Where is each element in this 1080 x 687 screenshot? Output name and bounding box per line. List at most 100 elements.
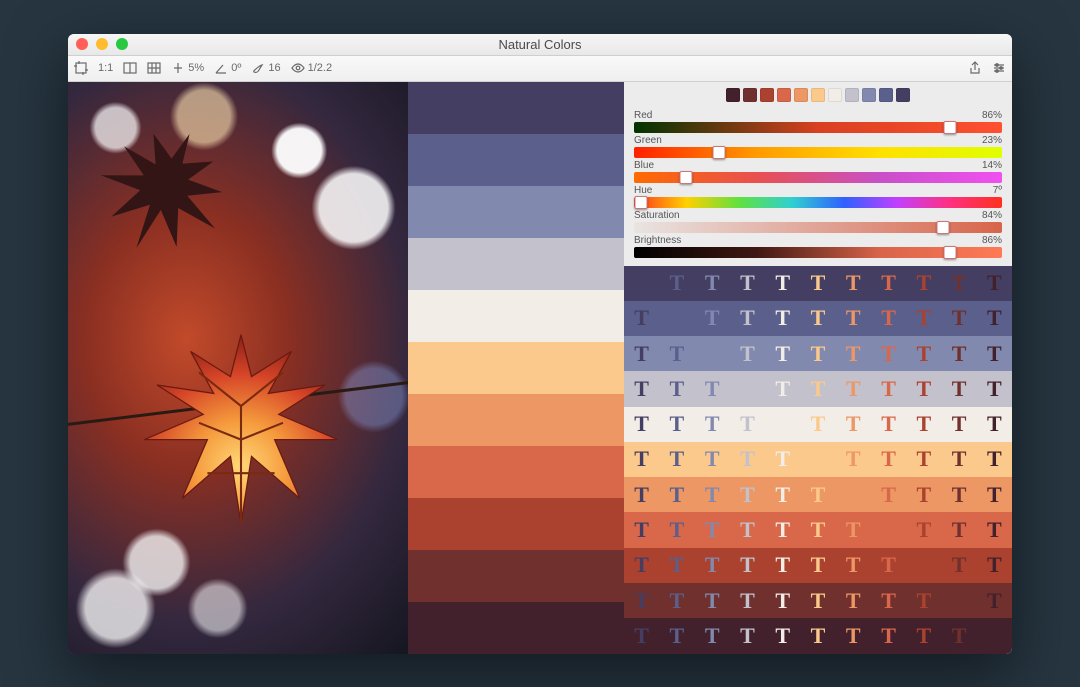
typo-cell[interactable]: T	[871, 301, 906, 336]
typo-cell[interactable]: T	[871, 477, 906, 512]
typo-cell[interactable]: T	[871, 407, 906, 442]
slider-track[interactable]	[634, 172, 1002, 183]
typo-cell[interactable]: T	[836, 266, 871, 301]
angle-button[interactable]: 0º	[214, 61, 241, 75]
typo-cell[interactable]: T	[624, 371, 659, 406]
palette-color[interactable]	[408, 186, 624, 238]
typo-cell[interactable]: T	[659, 371, 694, 406]
typo-cell[interactable]: T	[836, 512, 871, 547]
palette-color[interactable]	[408, 602, 624, 654]
typo-cell[interactable]: T	[624, 407, 659, 442]
typo-cell[interactable]: T	[941, 548, 976, 583]
swatch[interactable]	[777, 88, 791, 102]
source-image[interactable]	[68, 82, 408, 654]
typo-cell[interactable]: T	[977, 336, 1012, 371]
typo-cell[interactable]: T	[765, 336, 800, 371]
tolerance-button[interactable]: 5%	[171, 61, 204, 75]
typo-cell[interactable]: T	[906, 512, 941, 547]
typo-cell[interactable]: T	[906, 442, 941, 477]
swatch[interactable]	[726, 88, 740, 102]
typo-cell[interactable]: T	[730, 336, 765, 371]
typo-cell[interactable]: T	[906, 336, 941, 371]
typo-cell[interactable]: T	[800, 336, 835, 371]
typo-cell[interactable]: T	[977, 512, 1012, 547]
typo-cell[interactable]: T	[800, 266, 835, 301]
typo-cell[interactable]: T	[730, 442, 765, 477]
typo-cell[interactable]: T	[941, 512, 976, 547]
palette-color[interactable]	[408, 82, 624, 134]
typo-cell[interactable]: T	[906, 407, 941, 442]
settings-icon[interactable]	[992, 61, 1006, 75]
slider-track[interactable]	[634, 222, 1002, 233]
typo-cell[interactable]: T	[906, 477, 941, 512]
typo-cell[interactable]: T	[659, 266, 694, 301]
sample-button[interactable]: 16	[251, 61, 280, 75]
typo-cell[interactable]: T	[800, 301, 835, 336]
minimize-icon[interactable]	[96, 38, 108, 50]
typo-cell[interactable]: T	[836, 548, 871, 583]
swatch[interactable]	[862, 88, 876, 102]
share-icon[interactable]	[968, 61, 982, 75]
typo-cell[interactable]: T	[624, 512, 659, 547]
typo-cell[interactable]: TT	[765, 407, 800, 442]
typo-cell[interactable]: T	[659, 336, 694, 371]
typo-cell[interactable]: T	[730, 301, 765, 336]
typo-cell[interactable]: TT	[871, 512, 906, 547]
typo-cell[interactable]: T	[800, 407, 835, 442]
typo-cell[interactable]: T	[871, 371, 906, 406]
typo-cell[interactable]: TT	[836, 477, 871, 512]
typo-cell[interactable]: T	[941, 477, 976, 512]
typo-cell[interactable]: T	[765, 583, 800, 618]
swatch[interactable]	[760, 88, 774, 102]
typo-cell[interactable]: T	[624, 583, 659, 618]
typo-cell[interactable]: T	[941, 266, 976, 301]
typo-cell[interactable]: T	[659, 442, 694, 477]
typo-cell[interactable]: T	[941, 442, 976, 477]
typo-cell[interactable]: T	[941, 407, 976, 442]
swatch[interactable]	[879, 88, 893, 102]
typo-cell[interactable]: TT	[659, 301, 694, 336]
typo-cell[interactable]: T	[906, 583, 941, 618]
typo-cell[interactable]: T	[695, 442, 730, 477]
typo-cell[interactable]: TT	[695, 336, 730, 371]
typo-cell[interactable]: T	[765, 371, 800, 406]
slider-track[interactable]	[634, 247, 1002, 258]
zoom-icon[interactable]	[116, 38, 128, 50]
typo-cell[interactable]: T	[836, 442, 871, 477]
typo-cell[interactable]: T	[977, 407, 1012, 442]
typo-cell[interactable]: T	[871, 442, 906, 477]
typo-cell[interactable]: T	[800, 618, 835, 653]
grid-icon[interactable]	[147, 61, 161, 75]
zoom-actual-button[interactable]: 1:1	[98, 62, 113, 74]
typo-cell[interactable]: T	[730, 266, 765, 301]
palette-color[interactable]	[408, 342, 624, 394]
typo-cell[interactable]: T	[695, 548, 730, 583]
typo-cell[interactable]: T	[765, 442, 800, 477]
titlebar[interactable]: Natural Colors	[68, 34, 1012, 56]
typo-cell[interactable]: T	[695, 407, 730, 442]
typo-cell[interactable]: T	[836, 301, 871, 336]
slider-thumb[interactable]	[944, 121, 957, 134]
typo-cell[interactable]: T	[695, 512, 730, 547]
typo-cell[interactable]: T	[624, 618, 659, 653]
typo-cell[interactable]: T	[695, 618, 730, 653]
typo-cell[interactable]: TT	[624, 266, 659, 301]
typo-cell[interactable]: T	[941, 301, 976, 336]
gamma-button[interactable]: 1/2.2	[291, 61, 332, 75]
swatch[interactable]	[845, 88, 859, 102]
typo-cell[interactable]: T	[941, 336, 976, 371]
slider-thumb[interactable]	[944, 246, 957, 259]
typo-cell[interactable]: T	[624, 301, 659, 336]
typo-cell[interactable]: T	[730, 618, 765, 653]
crop-icon[interactable]	[74, 61, 88, 75]
typo-cell[interactable]: T	[836, 618, 871, 653]
typo-cell[interactable]: TT	[800, 442, 835, 477]
typo-cell[interactable]: T	[906, 266, 941, 301]
typo-cell[interactable]: T	[906, 618, 941, 653]
typo-cell[interactable]: TT	[730, 371, 765, 406]
slider-track[interactable]	[634, 147, 1002, 158]
typo-cell[interactable]: T	[730, 477, 765, 512]
typo-cell[interactable]: T	[977, 266, 1012, 301]
swatch[interactable]	[743, 88, 757, 102]
typo-cell[interactable]: T	[941, 618, 976, 653]
